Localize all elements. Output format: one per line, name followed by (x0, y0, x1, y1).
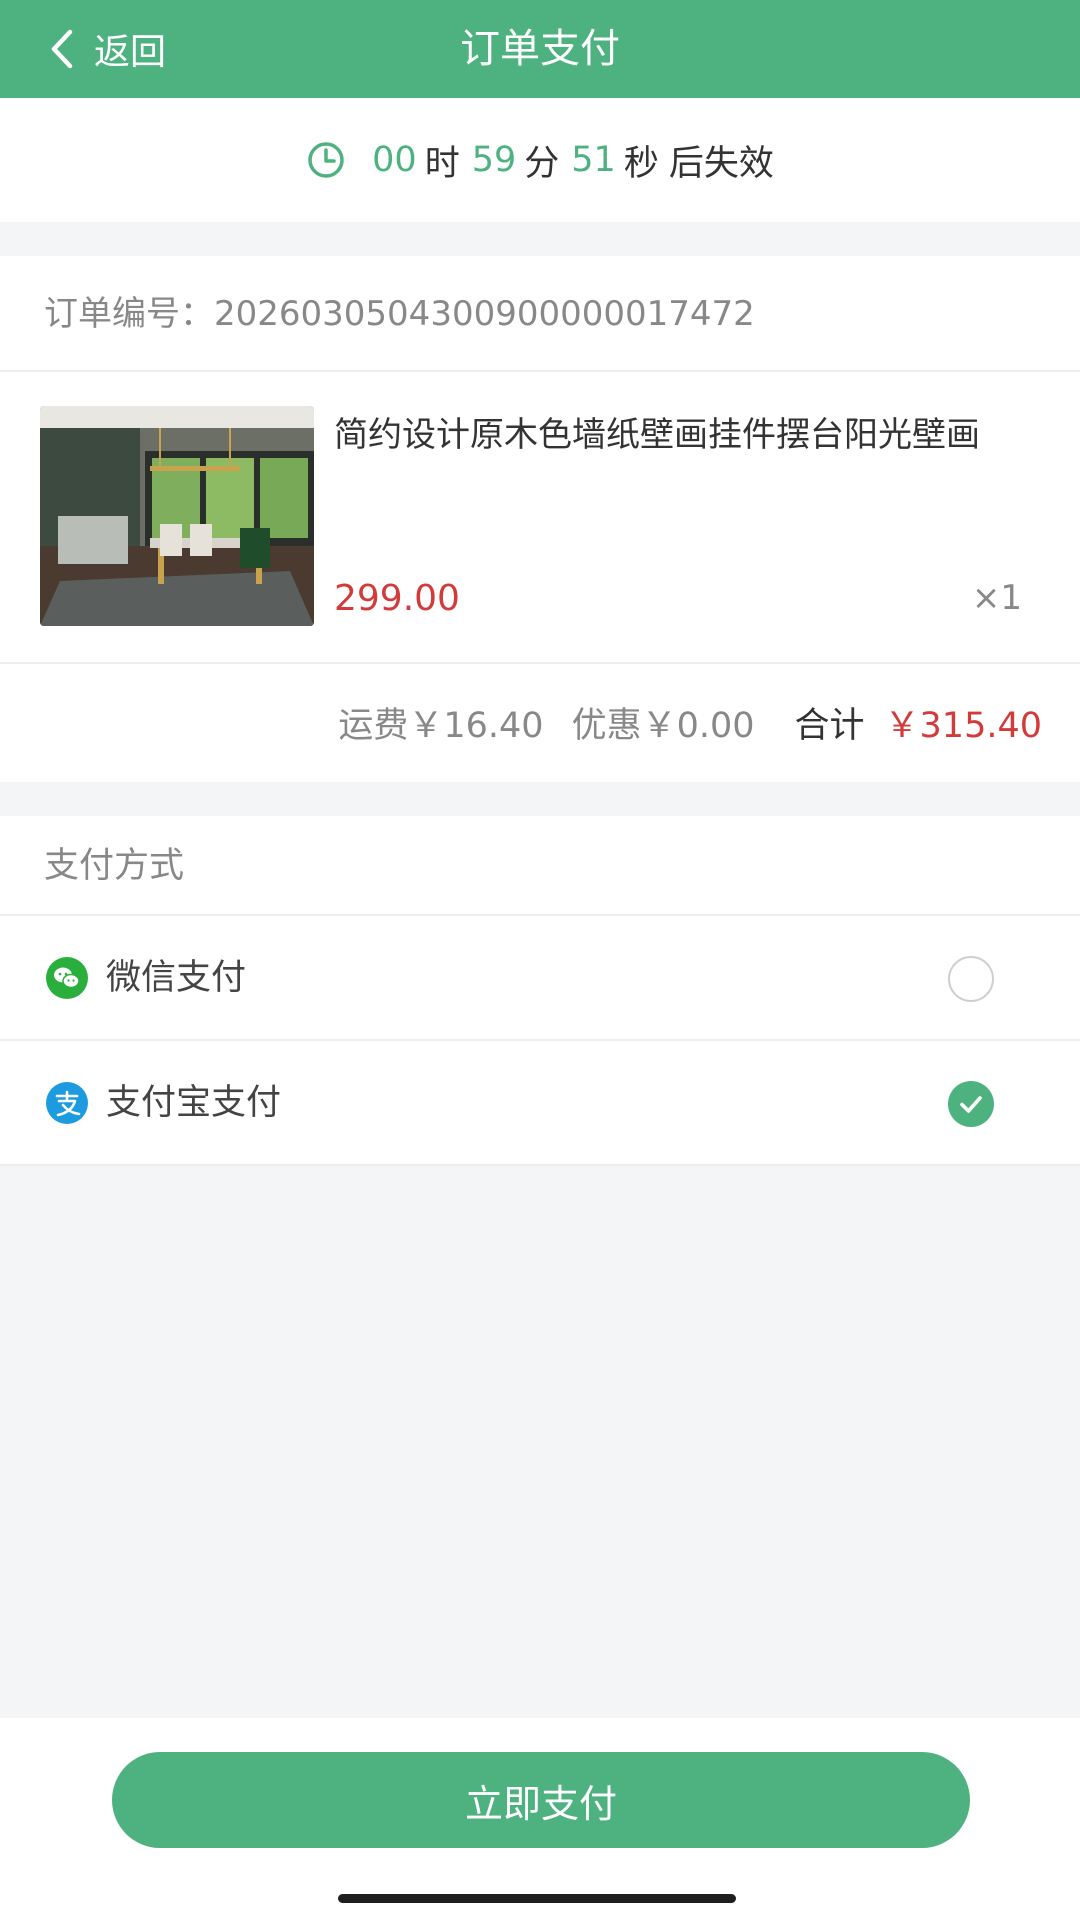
total-label: 合计 (794, 705, 865, 746)
back-label: 返回 (94, 32, 167, 73)
product-price: 299.00 (334, 578, 460, 619)
order-card: 订单编号：2026030504300900000017472 简约设计原木色墙纸… (0, 256, 1080, 782)
back-button[interactable]: 返回 (44, 20, 166, 78)
countdown-suffix: 后失效 (668, 143, 774, 184)
payment-option-wechat[interactable]: 微信支付 (0, 916, 1080, 1041)
payment-methods-title: 支付方式 (0, 816, 1080, 916)
radio-unselected[interactable] (948, 956, 994, 1002)
payment-label: 微信支付 (106, 958, 247, 998)
payment-label: 支付宝支付 (106, 1083, 282, 1123)
payment-option-alipay[interactable]: 支付宝支付 (0, 1041, 1080, 1166)
countdown-hours: 00 (372, 140, 417, 180)
countdown-minutes: 59 (471, 140, 517, 180)
radio-selected[interactable] (948, 1081, 994, 1127)
shipping-fee: 运费￥16.40 (338, 705, 544, 746)
order-payment-page: 返回 订单支付 00 时 59 分 51 秒 后失效 订单编号：20260305… (0, 0, 1080, 1920)
payment-methods: 支付方式 微信支付 支付宝支付 (0, 816, 1080, 1166)
countdown-seconds-unit: 秒 (623, 143, 659, 184)
product-name: 简约设计原木色墙纸壁画挂件摆台阳光壁画 (334, 415, 980, 455)
countdown-seconds: 51 (571, 140, 616, 180)
alipay-icon (46, 1082, 88, 1124)
clock-icon (308, 142, 344, 178)
product-image (40, 406, 314, 626)
total-amount: ￥315.40 (884, 705, 1042, 746)
chevron-left-icon (51, 29, 73, 69)
countdown-minutes-unit: 分 (524, 143, 560, 184)
checkmark-icon (960, 1096, 982, 1113)
product-item[interactable]: 简约设计原木色墙纸壁画挂件摆台阳光壁画 299.00 ×1 (0, 372, 1080, 664)
order-number: 订单编号：2026030504300900000017472 (0, 256, 1080, 372)
order-summary: 运费￥16.40 优惠￥0.00 合计 ￥315.40 (0, 664, 1080, 780)
payment-countdown: 00 时 59 分 51 秒 后失效 (0, 98, 1080, 222)
product-quantity: ×1 (971, 578, 1022, 618)
pay-now-button[interactable]: 立即支付 (112, 1752, 970, 1848)
bottom-action-bar: 立即支付 (0, 1718, 1080, 1920)
wechat-pay-icon (46, 957, 88, 999)
discount-amount: 优惠￥0.00 (571, 705, 755, 746)
countdown-hours-unit: 时 (424, 143, 460, 184)
home-indicator[interactable] (338, 1894, 736, 1903)
nav-header: 返回 订单支付 (0, 0, 1080, 98)
